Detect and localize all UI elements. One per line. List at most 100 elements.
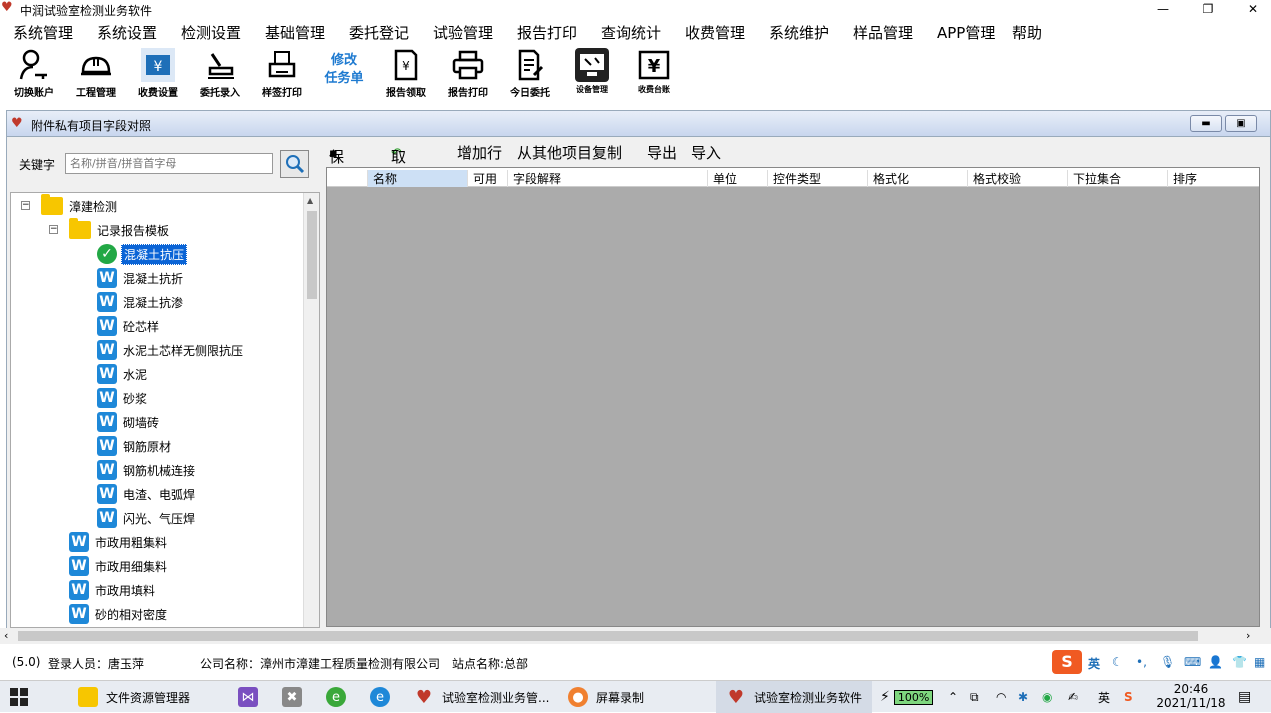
clock[interactable]: 20:46 2021/11/18: [1156, 681, 1226, 713]
close-button[interactable]: ✕: [1230, 0, 1271, 18]
entrust-entry-button[interactable]: 委托录入: [194, 48, 246, 100]
taskbar-visual-studio[interactable]: ⋈: [238, 681, 266, 713]
copy-from-project-button[interactable]: 从其他项目复制: [517, 142, 622, 163]
taskbar-browser-green[interactable]: e: [326, 681, 354, 713]
tree-item[interactable]: W 水泥: [97, 363, 149, 385]
tree-collapse-folder[interactable]: −: [49, 225, 58, 234]
menu-app-mgmt[interactable]: APP管理: [937, 22, 995, 43]
tree-item[interactable]: W 电渣、电弧焊: [97, 483, 197, 505]
main-hscrollbar[interactable]: ‹ ›: [0, 628, 1271, 644]
grid-vscroll[interactable]: [1262, 167, 1270, 627]
col-sort[interactable]: 排序: [1167, 170, 1261, 187]
col-description[interactable]: 字段解释: [507, 170, 707, 187]
menu-system-settings[interactable]: 系统设置: [97, 22, 157, 43]
menu-fee-mgmt[interactable]: 收费管理: [685, 22, 745, 43]
scroll-left-icon[interactable]: ‹: [4, 629, 8, 642]
menu-system-maint[interactable]: 系统维护: [769, 22, 829, 43]
taskbar-tools[interactable]: ✖: [282, 681, 310, 713]
menu-basic-mgmt[interactable]: 基础管理: [265, 22, 325, 43]
child-minimize-button[interactable]: ▬: [1190, 115, 1222, 132]
col-dropdown-set[interactable]: 下拉集合: [1067, 170, 1167, 187]
tray-bluetooth-icon[interactable]: ✱: [1018, 681, 1028, 713]
report-print-button[interactable]: 报告打印: [442, 48, 494, 100]
child-restore-button[interactable]: ▣: [1225, 115, 1257, 132]
tray-wifi-icon[interactable]: ◠: [996, 681, 1006, 713]
add-row-button[interactable]: 增加行: [457, 142, 502, 163]
tree-collapse-root[interactable]: −: [21, 201, 30, 210]
menu-help[interactable]: 帮助: [1012, 22, 1042, 43]
scroll-right-icon[interactable]: ›: [1246, 629, 1250, 642]
scroll-up-icon[interactable]: ▲: [307, 196, 313, 205]
menu-test-mgmt[interactable]: 试验管理: [433, 22, 493, 43]
tree-item[interactable]: W 砌墙砖: [97, 411, 161, 433]
keyboard-icon[interactable]: ⌨: [1184, 655, 1201, 669]
tree-item[interactable]: W 钢筋机械连接: [97, 459, 197, 481]
tray-ime-text[interactable]: 英: [1098, 681, 1110, 713]
tree-item[interactable]: W 钢筋原材: [97, 435, 173, 457]
project-mgmt-button[interactable]: 工程管理: [70, 48, 122, 100]
tree-root[interactable]: 漳建检测: [41, 194, 119, 217]
grid-menu-icon[interactable]: ▦: [1254, 655, 1265, 669]
battery-indicator[interactable]: ⚡ 100%: [880, 681, 934, 713]
tree-item[interactable]: W 混凝土抗折: [97, 267, 185, 289]
taskbar-app2[interactable]: ♥ 试验室检测业务软件: [716, 681, 872, 713]
mic-icon[interactable]: 🎙: [1160, 655, 1175, 669]
device-mgmt-button[interactable]: 设备管理: [566, 48, 618, 100]
menu-entrust[interactable]: 委托登记: [349, 22, 409, 43]
search-button[interactable]: [280, 150, 309, 178]
tray-network-icon[interactable]: ⧉: [970, 681, 979, 713]
tree-folder[interactable]: 记录报告模板: [69, 218, 171, 241]
switch-account-button[interactable]: 切换账户: [8, 48, 60, 100]
moon-icon[interactable]: ☾: [1112, 655, 1123, 669]
menu-test-settings[interactable]: 检测设置: [181, 22, 241, 43]
tree-item[interactable]: W 混凝土抗渗: [97, 291, 185, 313]
taskbar-explorer[interactable]: 文件资源管理器: [78, 681, 190, 713]
col-name[interactable]: 名称: [367, 170, 467, 187]
col-validation[interactable]: 格式校验: [967, 170, 1067, 187]
menu-report-print[interactable]: 报告打印: [517, 22, 577, 43]
search-input[interactable]: [65, 153, 273, 174]
tree-scroll-thumb[interactable]: [307, 211, 317, 299]
tree-item[interactable]: W 水泥土芯样无侧限抗压: [97, 339, 245, 361]
tree-item-selected[interactable]: ✓ 混凝土抗压: [97, 243, 188, 265]
tray-sogou-icon[interactable]: S: [1124, 681, 1133, 713]
menu-query-stats[interactable]: 查询统计: [601, 22, 661, 43]
col-unit[interactable]: 单位: [707, 170, 767, 187]
tree-item[interactable]: W 砂浆: [97, 387, 149, 409]
col-enabled[interactable]: 可用: [467, 170, 507, 187]
tray-pen-icon[interactable]: ✍: [1068, 681, 1078, 713]
start-button[interactable]: [10, 681, 28, 713]
user-icon[interactable]: 👤: [1208, 655, 1223, 669]
export-button[interactable]: 导出: [647, 142, 677, 163]
maximize-button[interactable]: ❐: [1185, 0, 1231, 18]
tree-scrollbar[interactable]: ▲: [303, 193, 319, 627]
tree-item[interactable]: W 市政用粗集料: [69, 531, 169, 553]
label-print-button[interactable]: 样签打印: [256, 48, 308, 100]
taskbar-app1[interactable]: ♥ 试验室检测业务管...: [414, 681, 550, 713]
punct-icon[interactable]: •,: [1136, 655, 1147, 669]
col-control-type[interactable]: 控件类型: [767, 170, 867, 187]
sogou-ime-icon[interactable]: S: [1052, 650, 1082, 674]
notification-icon[interactable]: ▤: [1238, 681, 1251, 713]
col-format[interactable]: 格式化: [867, 170, 967, 187]
tree-item[interactable]: W 闪光、气压焊: [97, 507, 197, 529]
shirt-icon[interactable]: 👕: [1232, 655, 1247, 669]
tree-item[interactable]: W 砼芯样: [97, 315, 161, 337]
tree-item[interactable]: W 市政用填料: [69, 579, 157, 601]
report-collect-button[interactable]: ¥ 报告领取: [380, 48, 432, 100]
tree-item[interactable]: W 市政用细集料: [69, 555, 169, 577]
menu-system-mgmt[interactable]: 系统管理: [13, 22, 73, 43]
ime-lang-text[interactable]: 英: [1088, 655, 1100, 672]
tree-item[interactable]: W 砂的相对密度: [69, 603, 169, 625]
modify-task-button[interactable]: 修改 任务单: [318, 52, 370, 104]
tray-chevron-icon[interactable]: ⌃: [948, 681, 958, 713]
fee-setting-button[interactable]: ¥ 收费设置: [132, 48, 184, 100]
today-entrust-button[interactable]: 今日委托: [504, 48, 556, 100]
import-button[interactable]: 导入: [691, 142, 721, 163]
tray-wechat-icon[interactable]: ◉: [1042, 681, 1052, 713]
minimize-button[interactable]: —: [1140, 0, 1186, 18]
taskbar-edge[interactable]: e: [370, 681, 398, 713]
field-grid[interactable]: 名称 可用 字段解释 单位 控件类型 格式化 格式校验 下拉集合 排序: [326, 167, 1260, 627]
taskbar-recorder[interactable]: ● 屏幕录制: [568, 681, 644, 713]
menu-sample-mgmt[interactable]: 样品管理: [853, 22, 913, 43]
